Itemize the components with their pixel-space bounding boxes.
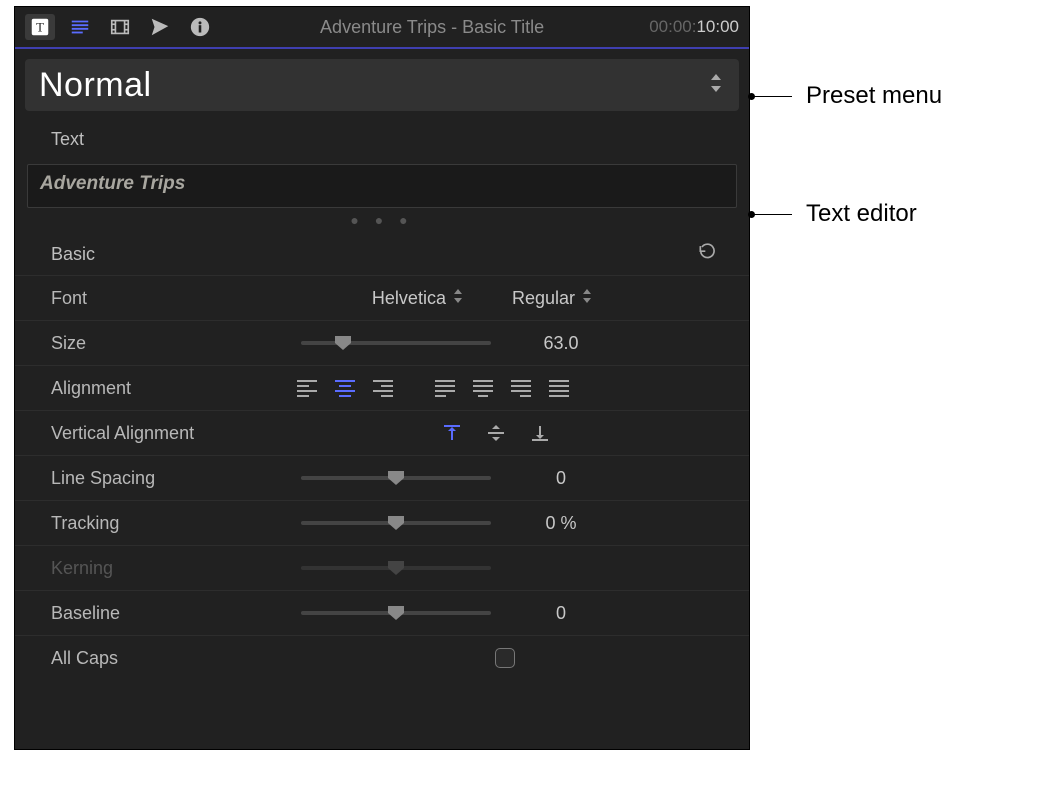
align-left-icon[interactable] [295,378,319,398]
font-family-value: Helvetica [372,288,446,309]
line-spacing-slider[interactable] [301,468,491,488]
chevron-updown-icon [581,288,593,309]
justify-last-center-icon[interactable] [471,378,495,398]
slider-thumb-icon[interactable] [387,605,405,621]
line-spacing-row: Line Spacing 0 [15,455,749,500]
timecode-start: 00:00: [649,17,696,36]
slider-thumb-icon[interactable] [334,335,352,351]
baseline-slider[interactable] [301,603,491,623]
timecode-end: 10:00 [696,17,739,36]
align-center-icon[interactable] [333,378,357,398]
valign-row: Vertical Alignment [15,410,749,455]
all-caps-label: All Caps [51,648,251,669]
font-label: Font [51,288,251,309]
alignment-row: Alignment [15,365,749,410]
info-inspector-icon[interactable] [185,14,215,40]
text-section-header: Text [15,111,749,158]
inspector-tabbar: T Adventure Trips - Basic Title 00:00:10… [15,7,749,49]
valign-top-icon[interactable] [441,423,463,443]
align-right-icon[interactable] [371,378,395,398]
alignment-label: Alignment [51,378,251,399]
clip-timecode: 00:00:10:00 [649,17,739,37]
chevron-updown-icon [452,288,464,309]
justify-last-right-icon[interactable] [509,378,533,398]
valign-middle-icon[interactable] [485,423,507,443]
svg-text:T: T [36,21,44,35]
baseline-value[interactable]: 0 [501,603,621,624]
tracking-label: Tracking [51,513,251,534]
slider-thumb-icon[interactable] [387,515,405,531]
preset-label: Normal [39,66,152,105]
kerning-label: Kerning [51,558,251,579]
size-label: Size [51,333,251,354]
alignment-buttons [295,378,571,398]
baseline-row: Baseline 0 [15,590,749,635]
effects-inspector-icon[interactable] [145,14,175,40]
justify-full-icon[interactable] [547,378,571,398]
reset-icon[interactable] [697,242,717,267]
font-row: Font Helvetica Regular [15,275,749,320]
size-value[interactable]: 63.0 [501,333,621,354]
chevron-updown-icon [707,72,725,99]
justify-last-left-icon[interactable] [433,378,457,398]
basic-section-label: Basic [51,244,95,265]
text-inspector-tab[interactable]: T [25,14,55,40]
video-inspector-icon[interactable] [105,14,135,40]
callout-editor: Text editor [752,200,917,228]
clip-title: Adventure Trips - Basic Title [215,17,649,38]
font-style-popup[interactable]: Regular [508,286,597,311]
valign-buttons [441,423,551,443]
text-editor-value: Adventure Trips [40,173,185,194]
resize-handle-icon[interactable]: ● ● ● [15,208,749,230]
paragraph-inspector-icon[interactable] [65,14,95,40]
tracking-row: Tracking 0 % [15,500,749,545]
tracking-value[interactable]: 0 % [501,513,621,534]
all-caps-checkbox[interactable] [495,648,515,668]
font-style-value: Regular [512,288,575,309]
size-row: Size 63.0 [15,320,749,365]
callout-line-icon [752,214,792,215]
slider-thumb-icon[interactable] [387,470,405,486]
all-caps-row: All Caps [15,635,749,680]
callout-preset-label: Preset menu [806,82,942,110]
basic-section-header: Basic [15,230,749,275]
valign-label: Vertical Alignment [51,423,251,444]
line-spacing-label: Line Spacing [51,468,251,489]
preset-menu[interactable]: Normal [25,59,739,111]
size-slider[interactable] [301,333,491,353]
valign-bottom-icon[interactable] [529,423,551,443]
tracking-slider[interactable] [301,513,491,533]
kerning-slider [301,558,491,578]
callout-editor-label: Text editor [806,200,917,228]
slider-thumb-icon [387,560,405,576]
callout-preset: Preset menu [752,82,942,110]
text-section-label: Text [51,129,84,150]
callout-line-icon [752,96,792,97]
inspector-panel: T Adventure Trips - Basic Title 00:00:10… [14,6,750,750]
line-spacing-value[interactable]: 0 [501,468,621,489]
text-editor[interactable]: Adventure Trips [27,164,737,208]
font-family-popup[interactable]: Helvetica [368,286,468,311]
inspector-tabs: T [25,14,215,40]
kerning-row: Kerning [15,545,749,590]
baseline-label: Baseline [51,603,251,624]
